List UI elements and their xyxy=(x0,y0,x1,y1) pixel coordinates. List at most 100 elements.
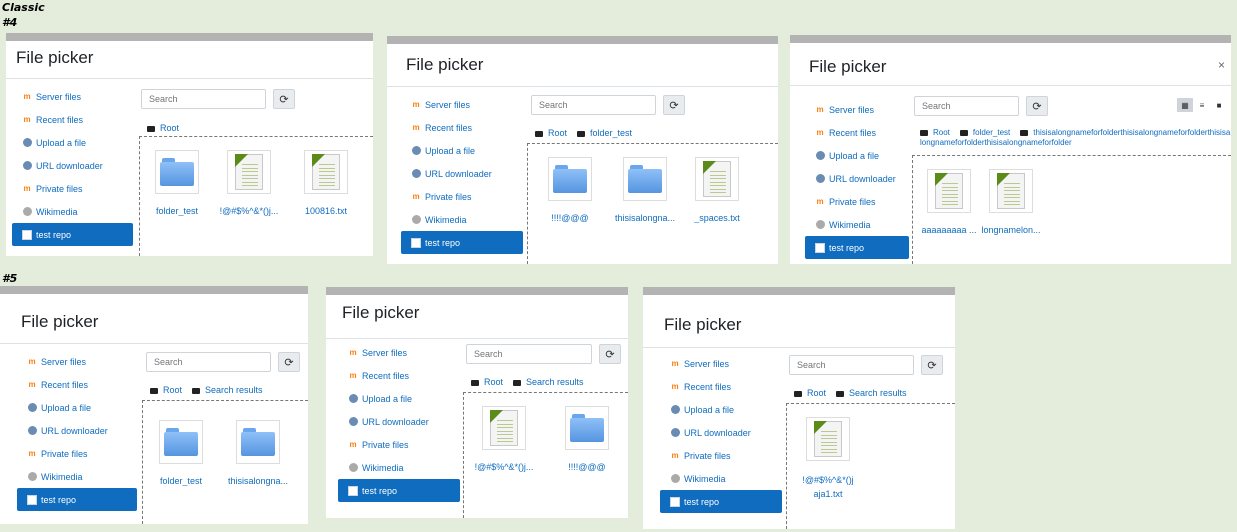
search-input[interactable] xyxy=(146,352,271,372)
folder-icon xyxy=(241,428,275,456)
file-name: longnamelon... xyxy=(981,225,1041,235)
sidebar-item-wikimedia[interactable]: Wikimedia xyxy=(805,213,909,236)
window-top-band xyxy=(6,33,373,41)
file-item[interactable]: longnamelon... xyxy=(978,169,1044,235)
sidebar-item-private-files[interactable]: m Private files xyxy=(12,177,133,200)
file-thumbnail xyxy=(227,150,271,194)
file-item[interactable]: !@#$%^&*()jaja1.txt xyxy=(795,417,861,501)
breadcrumb-link[interactable]: Root xyxy=(807,388,826,398)
window-top-band xyxy=(0,286,308,294)
file-item[interactable]: _spaces.txt xyxy=(684,157,750,223)
sidebar-item-label: test repo xyxy=(41,494,77,505)
view-list-icon[interactable]: ≡ xyxy=(1194,98,1210,112)
refresh-button[interactable]: ⟳ xyxy=(599,344,621,364)
sidebar-item-test-repo[interactable]: test repo xyxy=(12,223,133,246)
sidebar-item-recent-files[interactable]: m Recent files xyxy=(338,364,460,387)
sidebar-item-label: Private files xyxy=(362,439,409,450)
sidebar-item-server-files[interactable]: m Server files xyxy=(401,93,523,116)
sidebar-item-private-files[interactable]: m Private files xyxy=(401,185,523,208)
sidebar-item-wikimedia[interactable]: Wikimedia xyxy=(660,467,782,490)
sidebar-item-url-downloader[interactable]: URL downloader xyxy=(338,410,460,433)
breadcrumb-link[interactable]: Root xyxy=(548,128,567,138)
folder-icon xyxy=(794,390,802,397)
sidebar-item-test-repo[interactable]: test repo xyxy=(805,236,909,259)
breadcrumb-link[interactable]: Root xyxy=(933,128,950,137)
breadcrumb-link[interactable]: folder_test xyxy=(590,128,632,138)
sidebar-item-upload-a-file[interactable]: Upload a file xyxy=(17,396,137,419)
sidebar-item-recent-files[interactable]: m Recent files xyxy=(401,116,523,139)
refresh-button[interactable]: ⟳ xyxy=(921,355,943,375)
sidebar-item-server-files[interactable]: m Server files xyxy=(338,341,460,364)
file-item[interactable]: 100816.txt xyxy=(293,150,359,216)
sidebar-item-server-files[interactable]: m Server files xyxy=(805,98,909,121)
refresh-button[interactable]: ⟳ xyxy=(663,95,685,115)
sidebar-item-url-downloader[interactable]: URL downloader xyxy=(660,421,782,444)
search-input[interactable] xyxy=(914,96,1019,116)
content-area-border xyxy=(142,400,143,524)
refresh-button[interactable]: ⟳ xyxy=(278,352,300,372)
sidebar-item-label: Private files xyxy=(684,450,731,461)
repository-sidebar: m Server files m Recent files Upload a file U… xyxy=(17,350,137,511)
breadcrumb-link[interactable]: Search results xyxy=(205,385,263,395)
sidebar-item-private-files[interactable]: m Private files xyxy=(338,433,460,456)
breadcrumb-link[interactable]: Search results xyxy=(849,388,907,398)
breadcrumb-link[interactable]: Root xyxy=(163,385,182,395)
breadcrumb: Root Search results xyxy=(150,384,273,396)
file-item[interactable]: aaaaaaaaa ... xyxy=(916,169,982,235)
folder-item[interactable]: folder_test xyxy=(144,150,210,216)
sidebar-item-recent-files[interactable]: m Recent files xyxy=(805,121,909,144)
sidebar-item-recent-files[interactable]: m Recent files xyxy=(12,108,133,131)
sidebar-item-upload-a-file[interactable]: Upload a file xyxy=(338,387,460,410)
refresh-button[interactable]: ⟳ xyxy=(1026,96,1048,116)
sidebar-item-server-files[interactable]: m Server files xyxy=(660,352,782,375)
breadcrumb-link[interactable]: Root xyxy=(484,377,503,387)
breadcrumb-link[interactable]: Search results xyxy=(526,377,584,387)
sidebar-item-recent-files[interactable]: m Recent files xyxy=(660,375,782,398)
sidebar-item-recent-files[interactable]: m Recent files xyxy=(17,373,137,396)
file-item[interactable]: !@#$%^&*()j... xyxy=(216,150,282,216)
sidebar-item-wikimedia[interactable]: Wikimedia xyxy=(401,208,523,231)
folder-item[interactable]: folder_test xyxy=(148,420,214,486)
sidebar-item-server-files[interactable]: m Server files xyxy=(12,85,133,108)
text-file-icon xyxy=(235,154,263,190)
folder-item[interactable]: !!!!@@@ xyxy=(537,157,603,223)
sidebar-item-wikimedia[interactable]: Wikimedia xyxy=(17,465,137,488)
close-icon[interactable]: × xyxy=(1218,58,1225,72)
sidebar-item-url-downloader[interactable]: URL downloader xyxy=(17,419,137,442)
folder-icon xyxy=(553,165,587,193)
sidebar-item-private-files[interactable]: m Private files xyxy=(17,442,137,465)
breadcrumb-link[interactable]: Root xyxy=(160,123,179,133)
sidebar-item-upload-a-file[interactable]: Upload a file xyxy=(660,398,782,421)
folder-item[interactable]: thisisalongna... xyxy=(612,157,678,223)
search-input[interactable] xyxy=(531,95,656,115)
sidebar-item-upload-a-file[interactable]: Upload a file xyxy=(805,144,909,167)
file-item[interactable]: !@#$%^&*()j... xyxy=(471,406,537,472)
sidebar-item-label: Wikimedia xyxy=(829,219,871,230)
refresh-button[interactable]: ⟳ xyxy=(273,89,295,109)
sidebar-item-private-files[interactable]: m Private files xyxy=(805,190,909,213)
sidebar-item-test-repo[interactable]: test repo xyxy=(660,490,782,513)
sidebar-item-wikimedia[interactable]: Wikimedia xyxy=(12,200,133,223)
view-icons-icon[interactable]: ▦ xyxy=(1177,98,1193,112)
sidebar-item-url-downloader[interactable]: URL downloader xyxy=(12,154,133,177)
search-input[interactable] xyxy=(141,89,266,109)
search-input[interactable] xyxy=(466,344,592,364)
search-input[interactable] xyxy=(789,355,914,375)
folder-icon xyxy=(570,414,604,442)
sidebar-item-url-downloader[interactable]: URL downloader xyxy=(401,162,523,185)
content-area-border xyxy=(463,392,464,518)
folder-item[interactable]: !!!!@@@ xyxy=(554,406,620,472)
sidebar-item-private-files[interactable]: m Private files xyxy=(660,444,782,467)
sidebar-item-test-repo[interactable]: test repo xyxy=(338,479,460,502)
sidebar-item-upload-a-file[interactable]: Upload a file xyxy=(12,131,133,154)
breadcrumb-link[interactable]: folder_test xyxy=(973,128,1010,137)
folder-icon xyxy=(836,390,845,397)
sidebar-item-server-files[interactable]: m Server files xyxy=(17,350,137,373)
sidebar-item-upload-a-file[interactable]: Upload a file xyxy=(401,139,523,162)
sidebar-item-test-repo[interactable]: test repo xyxy=(17,488,137,511)
folder-item[interactable]: thisisalongna... xyxy=(225,420,291,486)
sidebar-item-test-repo[interactable]: test repo xyxy=(401,231,523,254)
sidebar-item-wikimedia[interactable]: Wikimedia xyxy=(338,456,460,479)
view-tree-icon[interactable]: ■ xyxy=(1211,98,1227,112)
sidebar-item-url-downloader[interactable]: URL downloader xyxy=(805,167,909,190)
